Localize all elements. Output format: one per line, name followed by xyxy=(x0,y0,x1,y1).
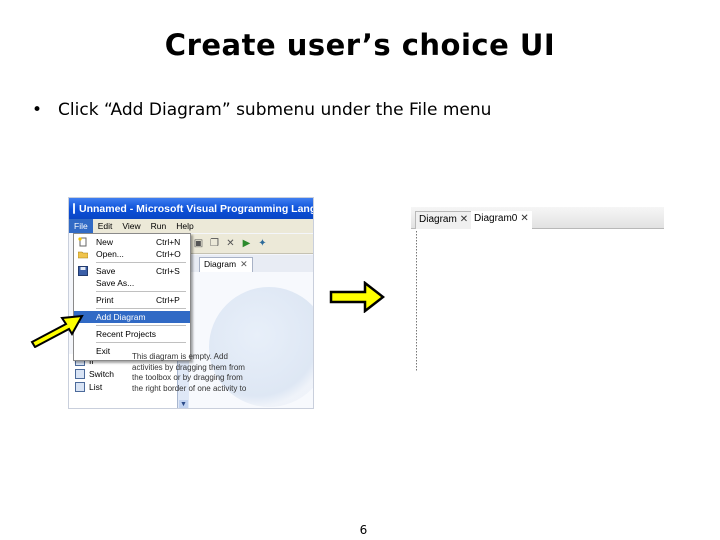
run-icon[interactable]: ▶ xyxy=(241,238,252,249)
menu-item-shortcut: Ctrl+O xyxy=(156,249,181,259)
menu-separator xyxy=(96,262,186,263)
delete-icon[interactable]: ✕ xyxy=(225,238,236,249)
document-tabstrip: Diagram ✕ xyxy=(189,255,313,272)
menu-item-recent-projects[interactable]: Recent Projects xyxy=(74,328,190,340)
menu-item-shortcut: Ctrl+S xyxy=(156,266,180,276)
bullet-text: Click “Add Diagram” submenu under the Fi… xyxy=(58,100,492,120)
window-title: Unnamed - Microsoft Visual Programming L… xyxy=(79,202,314,215)
tab-label: Diagram xyxy=(204,259,237,269)
menu-item-add-diagram[interactable]: Add Diagram xyxy=(74,311,190,323)
menu-item-print[interactable]: Print Ctrl+P xyxy=(74,294,190,306)
menu-file[interactable]: File xyxy=(69,219,93,233)
menu-bar: File Edit View Run Help xyxy=(69,219,313,233)
menu-item-shortcut: Ctrl+N xyxy=(156,237,181,247)
new-file-icon xyxy=(78,237,87,247)
menu-item-label: Save As... xyxy=(96,278,135,288)
empty-diagram-message: This diagram is empty. Add activities by… xyxy=(132,352,247,393)
open-folder-icon xyxy=(78,251,88,259)
menu-help[interactable]: Help xyxy=(171,219,198,233)
diagonal-arrow-icon xyxy=(30,314,84,348)
paste-icon[interactable]: ▣ xyxy=(193,238,204,249)
menu-separator xyxy=(96,342,186,343)
tab-label: Diagram0 xyxy=(474,213,518,224)
diagram-tabs-screenshot: Diagram ✕ Diagram0 ✕ xyxy=(411,207,664,372)
scroll-down-icon[interactable]: ▼ xyxy=(179,400,188,408)
close-icon[interactable]: ✕ xyxy=(460,212,468,229)
menu-item-label: New xyxy=(96,237,114,247)
list-activity-icon xyxy=(75,381,85,392)
menu-item-label: Print xyxy=(96,295,114,305)
menu-separator xyxy=(96,308,186,309)
tab-diagram[interactable]: Diagram ✕ xyxy=(199,257,253,272)
diagram-tabstrip: Diagram ✕ Diagram0 ✕ xyxy=(411,207,664,229)
bullet-point: • Click “Add Diagram” submenu under the … xyxy=(32,100,491,120)
menu-item-open[interactable]: Open... Ctrl+O xyxy=(74,248,190,260)
menu-run[interactable]: Run xyxy=(146,219,172,233)
menu-edit[interactable]: Edit xyxy=(93,219,118,233)
slide-title: Create user’s choice UI xyxy=(164,28,556,62)
menu-item-label: Open... xyxy=(96,249,124,259)
menu-item-label: Exit xyxy=(96,346,111,356)
page-number: 6 xyxy=(359,523,368,537)
copy-icon[interactable]: ❐ xyxy=(209,238,220,249)
bullet-glyph: • xyxy=(32,100,43,120)
menu-item-label: Recent Projects xyxy=(96,329,156,339)
tab-label: Diagram xyxy=(419,214,457,225)
toolbox-item-label: List xyxy=(89,381,103,392)
diagram-border-dotted-line xyxy=(416,231,417,371)
menu-item-save[interactable]: Save Ctrl+S xyxy=(74,265,190,277)
tab-diagram0[interactable]: Diagram0 ✕ xyxy=(471,211,532,229)
debug-icon[interactable]: ✦ xyxy=(257,238,268,249)
tab-diagram[interactable]: Diagram ✕ xyxy=(415,211,473,229)
toolbox-item-label: Switch xyxy=(89,368,115,379)
close-icon[interactable]: ✕ xyxy=(520,211,528,229)
close-icon[interactable]: ✕ xyxy=(240,258,248,272)
toolbar: ▣ ❐ ✕ ▶ ✦ xyxy=(189,234,313,254)
save-disk-icon xyxy=(78,266,88,276)
menu-separator xyxy=(96,325,186,326)
menu-item-label: Add Diagram xyxy=(96,312,146,322)
switch-activity-icon xyxy=(75,368,85,379)
right-arrow-icon xyxy=(329,281,385,313)
menu-view[interactable]: View xyxy=(117,219,145,233)
window-titlebar: Unnamed - Microsoft Visual Programming L… xyxy=(69,198,313,219)
menu-item-label: Save xyxy=(96,266,116,276)
menu-separator xyxy=(96,291,186,292)
menu-item-new[interactable]: New Ctrl+N xyxy=(74,236,190,248)
app-icon xyxy=(73,203,75,214)
menu-item-shortcut: Ctrl+P xyxy=(156,295,180,305)
file-menu-dropdown: New Ctrl+N Open... Ctrl+O Save Ctrl+S Sa… xyxy=(73,233,191,361)
menu-item-save-as[interactable]: Save As... xyxy=(74,277,190,289)
